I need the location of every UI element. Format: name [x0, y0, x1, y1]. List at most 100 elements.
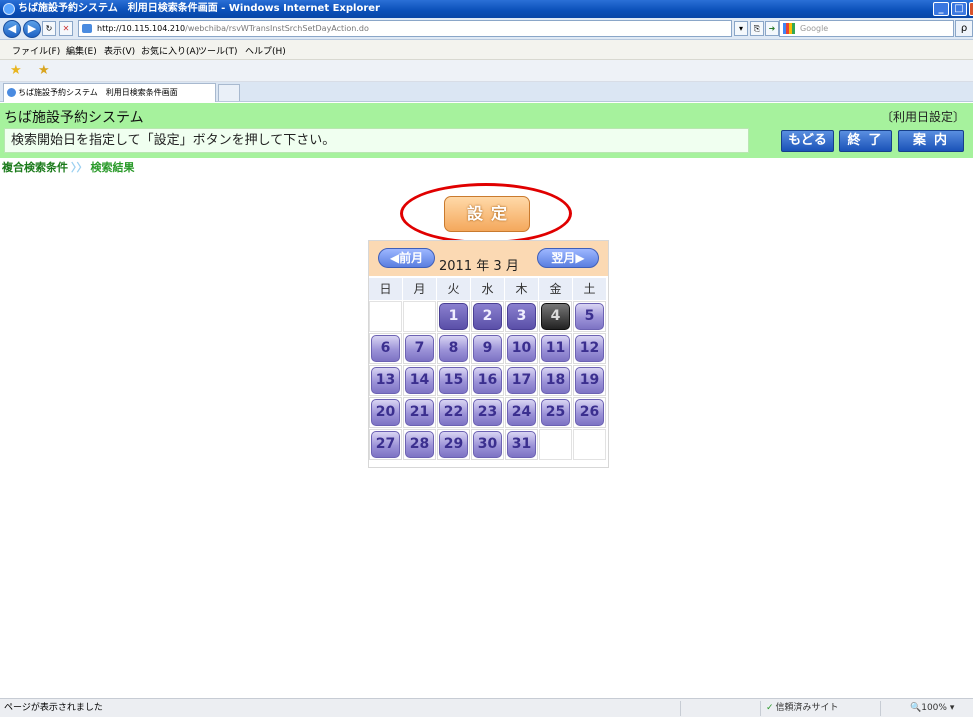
forward-button[interactable]: ▶: [23, 20, 41, 38]
calendar-day-22[interactable]: 22: [439, 399, 468, 426]
year-suffix: 年: [476, 259, 490, 274]
search-input[interactable]: Google: [779, 20, 954, 37]
calendar-cell: 2: [471, 301, 504, 332]
breadcrumb-item-results[interactable]: 検索結果: [91, 161, 135, 174]
calendar-cell: 15: [437, 365, 470, 396]
close-window-button[interactable]: [969, 2, 973, 16]
calendar-cell: 14: [403, 365, 436, 396]
menu-help[interactable]: ヘルプ(H): [245, 44, 286, 57]
calendar-day-1[interactable]: 1: [439, 303, 468, 330]
calendar-day-28[interactable]: 28: [405, 431, 434, 458]
calendar-day-4[interactable]: 4: [541, 303, 570, 330]
calendar-day-13[interactable]: 13: [371, 367, 400, 394]
tab-current[interactable]: ちば施設予約システム 利用日検索条件画面: [3, 83, 216, 102]
favorites-star-icon[interactable]: ★: [10, 63, 22, 79]
address-input[interactable]: http://10.115.104.210/webchiba/rsvWTrans…: [78, 20, 732, 37]
breadcrumb-item-search-conditions[interactable]: 複合検索条件: [2, 161, 68, 174]
status-bar: ページが表示されました ✓ 信頼済みサイト 🔍100% ▾: [0, 698, 973, 717]
calendar-day-15[interactable]: 15: [439, 367, 468, 394]
add-favorite-icon[interactable]: ★: [38, 63, 50, 79]
weekday-header: 日: [369, 278, 402, 300]
calendar-day-5[interactable]: 5: [575, 303, 604, 330]
calendar-day-23[interactable]: 23: [473, 399, 502, 426]
minimize-button[interactable]: _: [933, 2, 949, 16]
calendar-day-20[interactable]: 20: [371, 399, 400, 426]
search-button[interactable]: ρ: [955, 20, 973, 37]
calendar-day-17[interactable]: 17: [507, 367, 536, 394]
calendar-cell: 5: [573, 301, 606, 332]
weekday-header: 土: [573, 278, 606, 300]
calendar-year: 2011: [439, 259, 473, 274]
maximize-button[interactable]: □: [951, 2, 967, 16]
calendar-day-31[interactable]: 31: [507, 431, 536, 458]
stop-icon[interactable]: ✕: [59, 21, 73, 36]
calendar-cell: 4: [539, 301, 572, 332]
weekday-header: 火: [437, 278, 470, 300]
calendar-day-6[interactable]: 6: [371, 335, 400, 362]
back-nav-button[interactable]: もどる: [781, 130, 834, 152]
menu-view[interactable]: 表示(V): [104, 44, 135, 57]
app-name: ちば施設予約システム: [4, 110, 144, 126]
calendar-header: ◀前月 2011 年 3 月 翌月▶: [369, 241, 608, 276]
prev-month-button[interactable]: ◀前月: [378, 248, 435, 268]
favorites-bar: ★ ★: [0, 60, 973, 82]
zoom-level[interactable]: 🔍100% ▾: [910, 699, 954, 717]
tab-strip: ちば施設予約システム 利用日検索条件画面: [0, 82, 973, 102]
search-placeholder: Google: [800, 24, 829, 33]
next-month-button[interactable]: 翌月▶: [537, 248, 599, 268]
exit-button[interactable]: 終了: [839, 130, 892, 152]
calendar-cell: 1: [437, 301, 470, 332]
calendar-day-3[interactable]: 3: [507, 303, 536, 330]
calendar-cell: 17: [505, 365, 538, 396]
new-tab-button[interactable]: [218, 84, 240, 101]
calendar-day-18[interactable]: 18: [541, 367, 570, 394]
guide-button[interactable]: 案内: [898, 130, 964, 152]
weekday-header: 月: [403, 278, 436, 300]
menu-file[interactable]: ファイル(F): [12, 44, 60, 57]
calendar-cell: 16: [471, 365, 504, 396]
calendar-day-30[interactable]: 30: [473, 431, 502, 458]
calendar-day-11[interactable]: 11: [541, 335, 570, 362]
calendar-day-10[interactable]: 10: [507, 335, 536, 362]
page-icon: [82, 24, 92, 33]
calendar-cell: [539, 429, 572, 460]
calendar-day-19[interactable]: 19: [575, 367, 604, 394]
calendar-day-9[interactable]: 9: [473, 335, 502, 362]
calendar-cell: 30: [471, 429, 504, 460]
address-toolbar: ◀ ▶ ↻ ✕ http://10.115.104.210/webchiba/r…: [0, 18, 973, 40]
calendar-day-8[interactable]: 8: [439, 335, 468, 362]
dropdown-icon[interactable]: ▾: [734, 21, 748, 36]
calendar-day-2[interactable]: 2: [473, 303, 502, 330]
calendar-day-25[interactable]: 25: [541, 399, 570, 426]
calendar-day-14[interactable]: 14: [405, 367, 434, 394]
calendar-cell: 18: [539, 365, 572, 396]
calendar-cell: 28: [403, 429, 436, 460]
compat-view-icon[interactable]: ⎘: [750, 21, 764, 36]
calendar: ◀前月 2011 年 3 月 翌月▶ 日月火水木金土 1 2 3 4 5 6 7 8 9 10 11 1…: [368, 240, 609, 468]
menu-bar: ファイル(F) 編集(E) 表示(V) お気に入り(A) ツール(T) ヘルプ(…: [0, 40, 973, 60]
security-zone[interactable]: ✓ 信頼済みサイト: [766, 699, 839, 717]
google-icon: [783, 23, 795, 34]
go-icon[interactable]: ➜: [765, 21, 779, 36]
calendar-cell: 19: [573, 365, 606, 396]
calendar-day-24[interactable]: 24: [507, 399, 536, 426]
screen-name: 〔利用日設定〕: [880, 110, 965, 124]
calendar-cell: 27: [369, 429, 402, 460]
breadcrumb-separator: 〉〉: [71, 161, 88, 174]
menu-tools[interactable]: ツール(T): [198, 44, 238, 57]
calendar-day-27[interactable]: 27: [371, 431, 400, 458]
calendar-cell: 22: [437, 397, 470, 428]
calendar-day-16[interactable]: 16: [473, 367, 502, 394]
menu-favorites[interactable]: お気に入り(A): [141, 44, 199, 57]
calendar-cell: 25: [539, 397, 572, 428]
calendar-day-21[interactable]: 21: [405, 399, 434, 426]
menu-edit[interactable]: 編集(E): [66, 44, 97, 57]
calendar-day-26[interactable]: 26: [575, 399, 604, 426]
refresh-icon[interactable]: ↻: [42, 21, 56, 36]
calendar-day-29[interactable]: 29: [439, 431, 468, 458]
calendar-cell: 12: [573, 333, 606, 364]
back-button[interactable]: ◀: [3, 20, 21, 38]
status-text: ページが表示されました: [4, 703, 103, 713]
calendar-day-12[interactable]: 12: [575, 335, 604, 362]
calendar-day-7[interactable]: 7: [405, 335, 434, 362]
